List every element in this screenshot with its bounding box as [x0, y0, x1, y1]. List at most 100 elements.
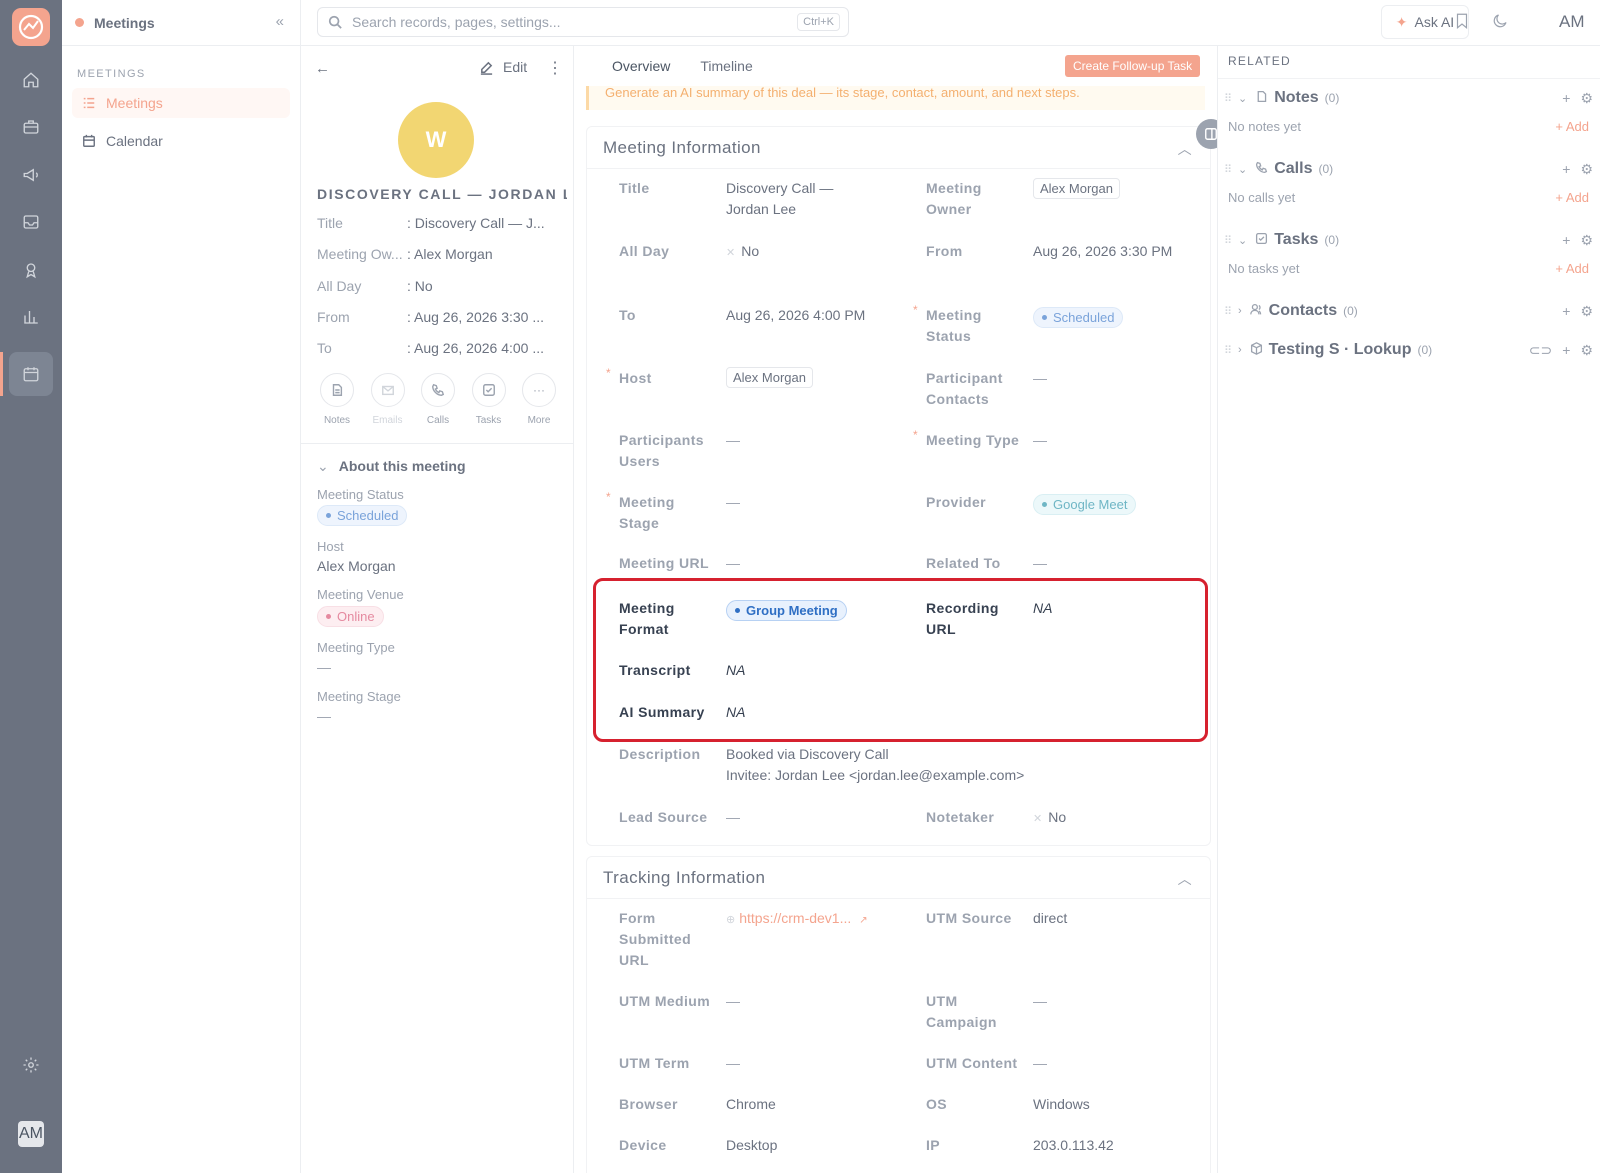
external-link-icon[interactable]: ↗	[859, 915, 867, 926]
card-header[interactable]: Tracking Information ︿	[587, 857, 1210, 899]
profile-field-from: From: Aug 26, 2026 3:30 ...	[317, 309, 567, 325]
field-value-to[interactable]: Aug 26, 2026 4:00 PM	[726, 305, 866, 326]
plus-icon[interactable]: +	[1562, 232, 1570, 249]
field-value-participant-contacts[interactable]: —	[1033, 368, 1047, 389]
field-value-lead-source[interactable]: —	[726, 807, 740, 828]
action-more[interactable]: ··· More	[515, 373, 563, 426]
nav-item-calendar[interactable]: Calendar	[72, 126, 290, 156]
plus-icon[interactable]: +	[1562, 90, 1570, 107]
plus-icon[interactable]: +	[1562, 303, 1570, 320]
field-value-provider[interactable]: Google Meet	[1033, 492, 1137, 515]
award-icon[interactable]	[9, 248, 53, 292]
chevron-down-icon[interactable]: ⌄	[1238, 234, 1247, 247]
more-options-icon[interactable]: ⋮	[547, 58, 563, 78]
plus-icon[interactable]: +	[1562, 342, 1570, 359]
ai-summary-banner[interactable]: Generate an AI summary of this deal — it…	[586, 86, 1205, 110]
related-header[interactable]: ⠿ ⌄ Tasks (0)	[1218, 230, 1600, 250]
settings-icon[interactable]	[9, 1043, 53, 1087]
megaphone-icon[interactable]	[9, 153, 53, 197]
related-header[interactable]: ⠿ › Contacts (0)	[1218, 301, 1600, 321]
chevron-up-icon[interactable]: ︿	[1178, 139, 1192, 159]
drag-handle-icon[interactable]: ⠿	[1224, 344, 1232, 357]
field-value-stage[interactable]: —	[726, 492, 740, 513]
gear-icon[interactable]: ⚙	[1580, 303, 1593, 320]
field-value-description-line2[interactable]: Invitee: Jordan Lee <jordan.lee@example.…	[726, 765, 1024, 786]
tab-overview[interactable]: Overview	[612, 58, 670, 84]
collapse-nav-icon[interactable]: «	[276, 13, 284, 30]
field-value-status[interactable]: Scheduled	[1033, 305, 1124, 328]
nav-item-meetings[interactable]: Meetings	[72, 88, 290, 118]
add-note-link[interactable]: + Add	[1555, 119, 1589, 134]
edit-button[interactable]: Edit	[479, 59, 527, 75]
field-value-utm-medium[interactable]: —	[726, 991, 740, 1012]
moon-icon[interactable]	[1491, 12, 1509, 33]
status-dot-icon	[326, 513, 331, 518]
link-icon[interactable]: ⊂⊃	[1529, 342, 1552, 359]
field-value-related[interactable]: —	[1033, 553, 1047, 574]
drag-handle-icon[interactable]: ⠿	[1224, 163, 1232, 176]
chevron-right-icon[interactable]: ›	[1238, 305, 1242, 317]
field-value-participant-users[interactable]: —	[726, 430, 740, 451]
field-value-from[interactable]: Aug 26, 2026 3:30 PM	[1033, 241, 1173, 262]
owner-chip[interactable]: Alex Morgan	[1033, 178, 1120, 199]
add-call-link[interactable]: + Add	[1555, 190, 1589, 205]
profile-field-owner: Meeting Ow...: Alex Morgan	[317, 246, 567, 262]
drag-handle-icon[interactable]: ⠿	[1224, 234, 1232, 247]
bookmark-icon[interactable]	[1453, 12, 1471, 33]
field-value-notetaker[interactable]: ✕ No	[1033, 807, 1066, 830]
drag-handle-icon[interactable]: ⠿	[1224, 305, 1232, 318]
field-value-form-url[interactable]: ⊕ https://crm-dev1... ↗	[726, 908, 868, 931]
home-icon[interactable]	[9, 58, 53, 102]
app-rail: AM	[0, 0, 62, 1173]
field-value-device[interactable]: Desktop	[726, 1135, 777, 1156]
field-value-url[interactable]: —	[726, 553, 740, 574]
field-value-utm-content[interactable]: —	[1033, 1053, 1047, 1074]
field-value-meeting-type[interactable]: —	[1033, 430, 1047, 451]
field-value-utm-term[interactable]: —	[726, 1053, 740, 1074]
app-logo-icon[interactable]	[12, 8, 50, 46]
gear-icon[interactable]: ⚙	[1580, 161, 1593, 178]
plus-icon[interactable]: +	[1562, 161, 1570, 178]
action-notes[interactable]: Notes	[313, 373, 361, 426]
action-tasks[interactable]: Tasks	[465, 373, 513, 426]
related-count: (0)	[1343, 304, 1358, 318]
field-value-utm-source[interactable]: direct	[1033, 908, 1067, 929]
create-followup-button[interactable]: Create Follow-up Task	[1065, 55, 1201, 77]
action-calls[interactable]: Calls	[414, 373, 462, 426]
related-header[interactable]: ⠿ ⌄ Notes (0)	[1218, 88, 1600, 108]
search-input[interactable]: Search records, pages, settings... Ctrl+…	[317, 7, 849, 37]
inbox-icon[interactable]	[9, 200, 53, 244]
user-avatar[interactable]: AM	[18, 1121, 44, 1147]
calendar-icon[interactable]	[9, 352, 53, 396]
host-chip[interactable]: Alex Morgan	[726, 367, 813, 388]
chevron-down-icon[interactable]: ⌄	[1238, 163, 1247, 176]
top-avatar[interactable]: AM	[1559, 12, 1585, 32]
related-name: Tasks	[1274, 231, 1319, 248]
field-label-participant-users: Participants Users	[619, 432, 704, 469]
briefcase-icon[interactable]	[9, 105, 53, 149]
field-value-allday[interactable]: ✕ No	[726, 241, 759, 264]
back-arrow-icon[interactable]: ←	[315, 60, 330, 77]
form-url-link[interactable]: https://crm-dev1...	[739, 910, 851, 926]
chevron-right-icon[interactable]: ›	[1238, 344, 1242, 356]
field-value-browser[interactable]: Chrome	[726, 1094, 776, 1115]
chevron-down-icon[interactable]: ⌄	[1238, 92, 1247, 105]
field-value-utm-campaign[interactable]: —	[1033, 991, 1047, 1012]
field-value-title[interactable]: Discovery Call — Jordan Lee	[726, 178, 866, 220]
action-emails[interactable]: Emails	[364, 373, 412, 426]
drag-handle-icon[interactable]: ⠿	[1224, 92, 1232, 105]
gear-icon[interactable]: ⚙	[1580, 232, 1593, 249]
chart-icon[interactable]	[9, 295, 53, 339]
gear-icon[interactable]: ⚙	[1580, 90, 1593, 107]
tab-timeline[interactable]: Timeline	[700, 58, 752, 84]
field-value-description-line1[interactable]: Booked via Discovery Call	[726, 744, 889, 765]
related-header[interactable]: ⠿ ⌄ Calls (0)	[1218, 159, 1600, 179]
field-label-utm-source: UTM Source	[926, 910, 1012, 926]
about-toggle[interactable]: ⌄ About this meeting	[317, 458, 466, 475]
card-header[interactable]: Meeting Information ︿	[587, 127, 1210, 169]
field-value-os[interactable]: Windows	[1033, 1094, 1090, 1115]
field-value-ip[interactable]: 203.0.113.42	[1033, 1135, 1114, 1156]
gear-icon[interactable]: ⚙	[1580, 342, 1593, 359]
chevron-up-icon[interactable]: ︿	[1178, 869, 1192, 889]
add-task-link[interactable]: + Add	[1555, 261, 1589, 276]
